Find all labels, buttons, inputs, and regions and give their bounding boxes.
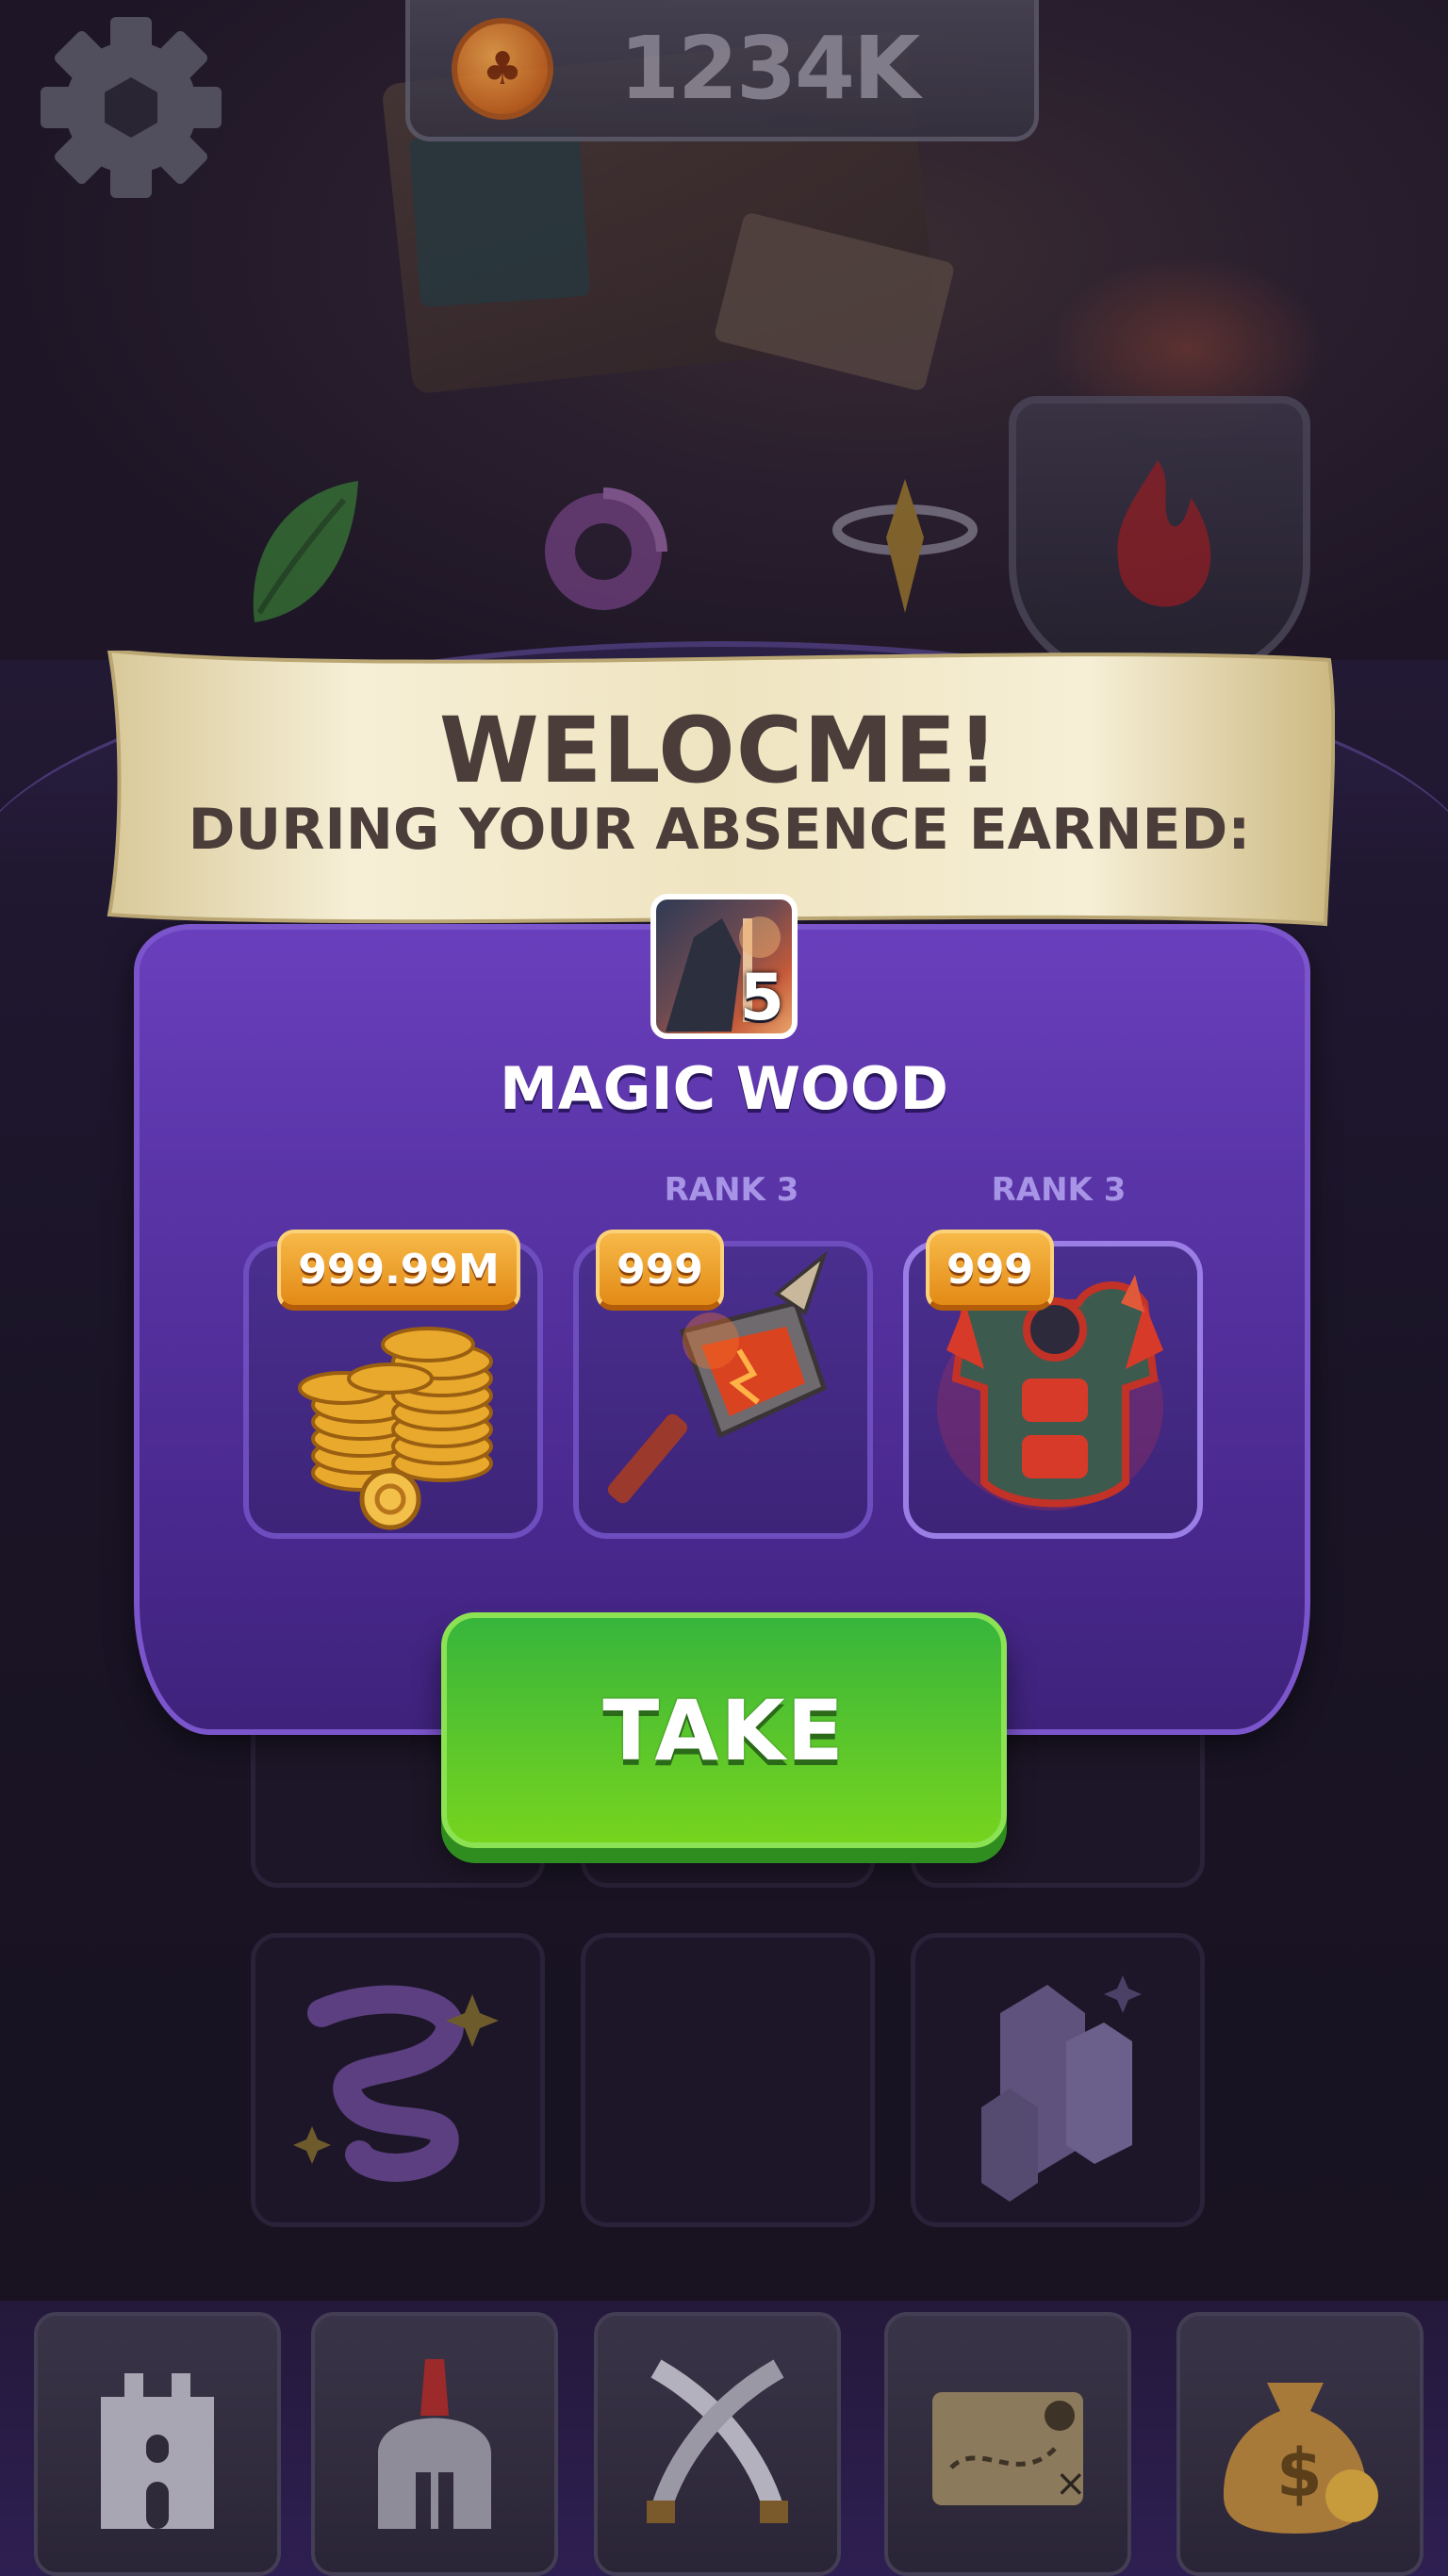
- settings-button[interactable]: [32, 13, 230, 202]
- svg-text:$: $: [1276, 2435, 1323, 2512]
- crossed-swords-icon: [647, 2359, 788, 2523]
- fire-shield-slot: [1009, 396, 1310, 679]
- rank-label-armor: RANK 3: [991, 1171, 1127, 1209]
- reward-slot-armor[interactable]: 999: [903, 1230, 1203, 1539]
- nav-castle-button[interactable]: [34, 2312, 281, 2576]
- leaf-icon: [253, 481, 358, 622]
- reward-slot-hammer[interactable]: 999: [573, 1230, 873, 1539]
- treasure-map-icon: ×: [932, 2392, 1087, 2505]
- location-name: MAGIC WOOD: [500, 1054, 948, 1123]
- location-thumbnail: 5: [650, 894, 798, 1039]
- money-bag-icon: $: [1224, 2383, 1378, 2534]
- location-level: 5: [739, 961, 784, 1035]
- purple-smoke-icon: [293, 1985, 499, 2182]
- dagger-ring-icon: [832, 479, 978, 613]
- fire-icon: [1117, 460, 1211, 607]
- take-button[interactable]: TAKE: [441, 1612, 1007, 1848]
- gear-icon: [41, 17, 222, 198]
- svg-text:×: ×: [1055, 2462, 1087, 2505]
- vortex-icon: [545, 487, 667, 610]
- nav-shop-button[interactable]: $: [1176, 2312, 1423, 2576]
- inventory-slot-crystal: [911, 1933, 1205, 2227]
- quantity-badge: 999.99M: [277, 1230, 520, 1311]
- castle-icon: [101, 2373, 214, 2529]
- welcome-subtitle: DURING YOUR ABSENCE EARNED:: [188, 797, 1251, 863]
- spartan-helmet-icon: [378, 2359, 491, 2529]
- currency-bar: ♣ 1234K: [405, 0, 1039, 141]
- map-decoration: [408, 125, 591, 308]
- reward-slot-coins[interactable]: 999.99M: [243, 1230, 543, 1539]
- currency-value: 1234K: [619, 18, 920, 119]
- inventory-slot-smoke: [251, 1933, 545, 2227]
- nav-heroes-button[interactable]: [311, 2312, 558, 2576]
- quantity-badge: 999: [926, 1230, 1054, 1311]
- inventory-slot-empty: [581, 1933, 875, 2227]
- take-button-label: TAKE: [602, 1681, 846, 1779]
- coin-icon: ♣: [452, 17, 553, 120]
- welcome-banner: WELOCME! DURING YOUR ABSENCE EARNED:: [104, 651, 1335, 933]
- nav-map-button[interactable]: ×: [884, 2312, 1131, 2576]
- welcome-title: WELOCME!: [438, 698, 1000, 803]
- nav-battle-button[interactable]: [594, 2312, 841, 2576]
- crystal-icon: [981, 1975, 1142, 2202]
- rank-label-hammer: RANK 3: [664, 1171, 799, 1209]
- quantity-badge: 999: [596, 1230, 724, 1311]
